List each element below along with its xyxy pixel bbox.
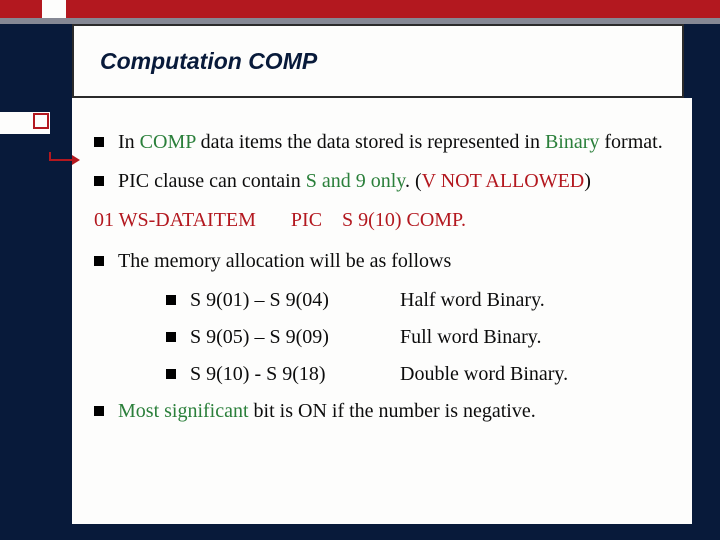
row-text: S 9(05) – S 9(09)Full word Binary. xyxy=(190,325,676,350)
bullet-2: PIC clause can contain S and 9 only. (V … xyxy=(94,169,676,194)
text: . ( xyxy=(405,170,422,192)
row-text: S 9(01) – S 9(04)Half word Binary. xyxy=(190,288,676,313)
text: bit is ON if the number is negative. xyxy=(249,400,536,422)
level-number: 01 xyxy=(94,209,114,231)
desc-cell: Double word Binary. xyxy=(400,363,568,385)
bullet-1-text: In COMP data items the data stored is re… xyxy=(118,130,676,155)
bullet-square-icon xyxy=(94,137,104,147)
keyword-msb: Most significant xyxy=(118,400,249,422)
bullet-square-icon xyxy=(94,406,104,416)
row-text: S 9(10) - S 9(18)Double word Binary. xyxy=(190,362,676,387)
warning-v-not-allowed: V NOT ALLOWED xyxy=(422,170,585,192)
keyword-binary: Binary xyxy=(545,131,599,153)
bullet-2-text: PIC clause can contain S and 9 only. (V … xyxy=(118,169,676,194)
keyword-s9: S and 9 only xyxy=(306,170,405,192)
code-example: 01 WS-DATAITEM PIC S 9(10) COMP. xyxy=(94,208,676,233)
desc-cell: Full word Binary. xyxy=(400,326,541,348)
slide-title-box: Computation COMP xyxy=(72,24,684,98)
keyword-comp: COMP xyxy=(140,131,196,153)
table-row: S 9(05) – S 9(09)Full word Binary. xyxy=(166,325,676,350)
bullet-3: The memory allocation will be as follows xyxy=(94,249,676,274)
slide-title: Computation COMP xyxy=(100,48,317,75)
bullet-3-text: The memory allocation will be as follows xyxy=(118,249,676,274)
bullet-4-text: Most significant bit is ON if the number… xyxy=(118,399,676,424)
bullet-square-icon xyxy=(94,256,104,266)
bullet-square-icon xyxy=(94,176,104,186)
text: In xyxy=(118,131,140,153)
memory-table: S 9(01) – S 9(04)Half word Binary. S 9(0… xyxy=(130,288,676,387)
left-red-square-icon xyxy=(33,113,49,129)
slide-body: In COMP data items the data stored is re… xyxy=(72,98,692,524)
text: ) xyxy=(584,170,591,192)
pic-keyword: PIC xyxy=(291,209,322,231)
bullet-square-icon xyxy=(166,295,176,305)
text: PIC clause can contain xyxy=(118,170,306,192)
arrow-icon xyxy=(48,152,80,166)
table-row: S 9(01) – S 9(04)Half word Binary. xyxy=(166,288,676,313)
pic-value: S 9(10) COMP. xyxy=(342,209,466,231)
bullet-square-icon xyxy=(166,332,176,342)
top-left-white-block xyxy=(42,0,66,18)
range-cell: S 9(01) – S 9(04) xyxy=(190,288,400,313)
desc-cell: Half word Binary. xyxy=(400,289,545,311)
table-row: S 9(10) - S 9(18)Double word Binary. xyxy=(166,362,676,387)
text: data items the data stored is represente… xyxy=(196,131,545,153)
text: format. xyxy=(599,131,662,153)
range-cell: S 9(05) – S 9(09) xyxy=(190,325,400,350)
bullet-square-icon xyxy=(166,369,176,379)
bullet-4: Most significant bit is ON if the number… xyxy=(94,399,676,424)
top-red-bar xyxy=(0,0,720,18)
data-item-name: WS-DATAITEM xyxy=(119,209,256,231)
range-cell: S 9(10) - S 9(18) xyxy=(190,362,400,387)
bullet-1: In COMP data items the data stored is re… xyxy=(94,130,676,155)
